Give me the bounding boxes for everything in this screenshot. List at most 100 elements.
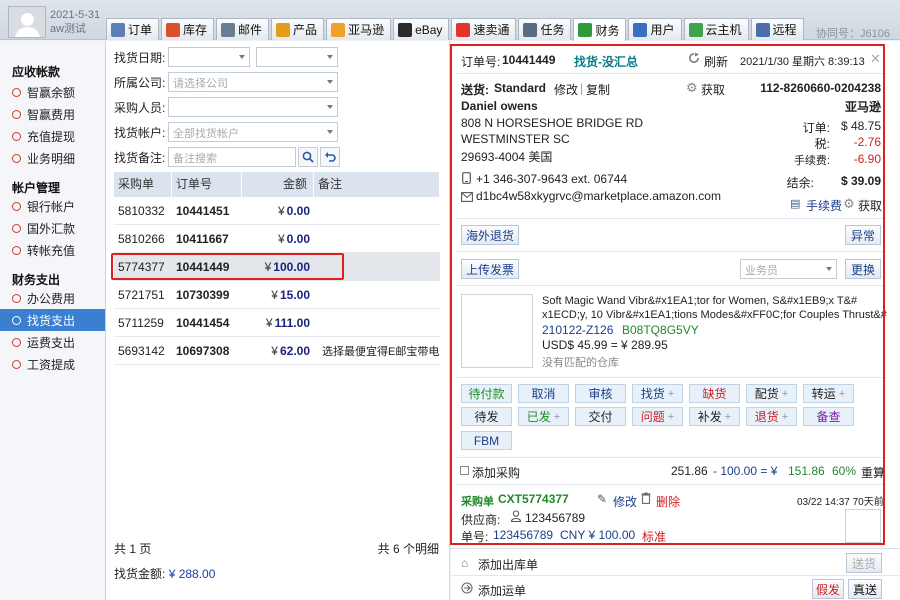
add-shipment-link[interactable]: 添加运单 bbox=[478, 582, 526, 599]
company-label: 所属公司: bbox=[114, 75, 166, 90]
tab-remote[interactable]: 远程 bbox=[750, 18, 804, 40]
amount-cell: ¥111.00 bbox=[242, 316, 314, 330]
total-amount: 找货金额: ¥ 288.00 bbox=[114, 567, 216, 581]
ebay-icon bbox=[398, 22, 413, 37]
tab-label: 订单 bbox=[128, 23, 153, 37]
sidebar-item[interactable]: 转帐充值 bbox=[0, 239, 105, 261]
tab-label: 亚马逊 bbox=[348, 23, 385, 37]
tab-label: 云主机 bbox=[705, 23, 742, 37]
main-tabs: 订单 库存 邮件 产品 亚马逊 eBay 速卖通 任务 财务 用户 云主机 远程 bbox=[106, 18, 806, 41]
column-header[interactable]: 金额 bbox=[242, 172, 314, 197]
shipment-icon bbox=[461, 582, 473, 597]
tab-ebay[interactable]: eBay bbox=[393, 18, 450, 40]
circle-icon bbox=[12, 201, 21, 211]
tab-stock[interactable]: 库存 bbox=[161, 18, 215, 40]
buyer-label: 采购人员: bbox=[114, 100, 166, 115]
amount-value: 0.00 bbox=[286, 203, 310, 218]
tab-label: eBay bbox=[415, 22, 443, 37]
nav-group-title: 财务支出 bbox=[12, 273, 61, 287]
table-row[interactable]: 5810266 10411667 ¥0.00 bbox=[114, 225, 440, 253]
date-filter-row: 找货日期: bbox=[114, 47, 338, 67]
tab-aliexpress[interactable]: 速卖通 bbox=[451, 18, 517, 40]
date-to-select[interactable] bbox=[256, 47, 338, 67]
circle-icon bbox=[12, 315, 21, 325]
deliver-button[interactable]: 送货 bbox=[846, 553, 882, 573]
detail-highlight bbox=[450, 44, 885, 545]
tab-task[interactable]: 任务 bbox=[518, 18, 572, 40]
sidebar-item[interactable]: 工资提成 bbox=[0, 353, 105, 375]
tab-amazon[interactable]: 亚马逊 bbox=[326, 18, 392, 40]
tab-label: 产品 bbox=[293, 23, 318, 37]
currency-symbol: ¥ bbox=[271, 343, 278, 358]
po-cell: 5721751 bbox=[118, 287, 165, 302]
tab-cloud-host[interactable]: 云主机 bbox=[683, 18, 749, 40]
remote-icon bbox=[755, 22, 770, 37]
po-cell: 5693142 bbox=[118, 343, 165, 358]
amount-cell: ¥0.00 bbox=[242, 204, 314, 218]
po-cell: 5711259 bbox=[118, 315, 164, 330]
tab-label: 邮件 bbox=[238, 23, 263, 37]
nav-group-title: 帐户管理 bbox=[12, 181, 61, 195]
sidebar-item-label: 业务明细 bbox=[27, 151, 76, 166]
tab-label: 远程 bbox=[772, 23, 797, 37]
amount-value: 15.00 bbox=[279, 287, 310, 302]
reset-button[interactable] bbox=[320, 147, 340, 167]
top-bar: 2021-5-31 aw测试 订单 库存 邮件 产品 亚马逊 eBay 速卖通 任务 财务 用户 云… bbox=[0, 0, 900, 41]
amount-cell: ¥15.00 bbox=[242, 288, 314, 302]
sidebar-item[interactable]: 国外汇款 bbox=[0, 217, 105, 239]
currency-symbol: ¥ bbox=[265, 315, 273, 330]
po-cell: 5810266 bbox=[118, 231, 165, 246]
tab-mail[interactable]: 邮件 bbox=[216, 18, 270, 40]
tab-finance[interactable]: 财务 bbox=[573, 18, 627, 41]
sidebar-item[interactable]: 业务明细 bbox=[0, 147, 105, 169]
search-button[interactable] bbox=[298, 147, 318, 167]
table-row[interactable]: 5693142 10697308 ¥62.00 选择最便宜得E邮宝带电 bbox=[114, 337, 440, 365]
buyer-select[interactable] bbox=[168, 97, 338, 117]
username: aw测试 bbox=[50, 23, 87, 35]
mail-icon bbox=[221, 22, 236, 37]
table-row[interactable]: 5721751 10730399 ¥15.00 bbox=[114, 281, 440, 309]
circle-icon bbox=[12, 337, 21, 347]
finance-icon bbox=[578, 23, 593, 37]
date-from-select[interactable] bbox=[168, 47, 250, 67]
sidebar-item[interactable]: 找货支出 bbox=[0, 309, 105, 331]
sidebar-item[interactable]: 银行帐户 bbox=[0, 195, 105, 217]
tab-user[interactable]: 用户 bbox=[628, 18, 682, 40]
fake-ship-button[interactable]: 假发 bbox=[812, 579, 844, 599]
circle-icon bbox=[12, 153, 21, 163]
column-header[interactable]: 订单号 bbox=[172, 172, 242, 197]
tab-order[interactable]: 订单 bbox=[106, 18, 160, 40]
account-select[interactable]: 全部找货帐户 bbox=[168, 122, 338, 142]
real-ship-button[interactable]: 真送 bbox=[848, 579, 882, 599]
note-search-input[interactable]: 备注搜索 bbox=[168, 147, 296, 167]
circle-icon bbox=[12, 293, 21, 303]
sidebar-item[interactable]: 运费支出 bbox=[0, 331, 105, 353]
home-icon: ⌂ bbox=[461, 556, 469, 570]
company-filter-row: 所属公司: 请选择公司 bbox=[114, 72, 338, 92]
bottom-divider bbox=[451, 548, 900, 549]
table-row[interactable]: 5711259 10441454 ¥111.00 bbox=[114, 309, 440, 337]
sidebar-item-label: 转帐充值 bbox=[27, 243, 76, 258]
sidebar-item[interactable]: 智赢费用 bbox=[0, 103, 105, 125]
sidebar-item[interactable]: 智赢余额 bbox=[0, 81, 105, 103]
account-label: 找货帐户: bbox=[114, 125, 166, 140]
page-count: 共 1 页 bbox=[114, 542, 152, 556]
company-select[interactable]: 请选择公司 bbox=[168, 72, 338, 92]
tab-label: 财务 bbox=[595, 23, 620, 38]
circle-icon bbox=[12, 223, 21, 233]
circle-icon bbox=[12, 359, 21, 369]
column-header[interactable]: 备注 bbox=[314, 172, 440, 197]
tab-product[interactable]: 产品 bbox=[271, 18, 325, 40]
table-row[interactable]: 5810332 10441451 ¥0.00 bbox=[114, 197, 440, 225]
account-filter-row: 找货帐户: 全部找货帐户 bbox=[114, 122, 338, 142]
tab-label: 任务 bbox=[540, 23, 565, 37]
note-cell: 选择最便宜得E邮宝带电 bbox=[322, 345, 440, 358]
date-label: 找货日期: bbox=[114, 50, 166, 65]
avatar[interactable] bbox=[8, 6, 46, 38]
column-header[interactable]: 采购单 bbox=[114, 172, 172, 197]
sidebar-item[interactable]: 办公费用 bbox=[0, 287, 105, 309]
sidebar-item[interactable]: 充值提现 bbox=[0, 125, 105, 147]
order-cell: 10730399 bbox=[176, 287, 230, 302]
sidebar-item-label: 充值提现 bbox=[27, 129, 76, 144]
add-outbound-link[interactable]: 添加出库单 bbox=[478, 556, 538, 573]
